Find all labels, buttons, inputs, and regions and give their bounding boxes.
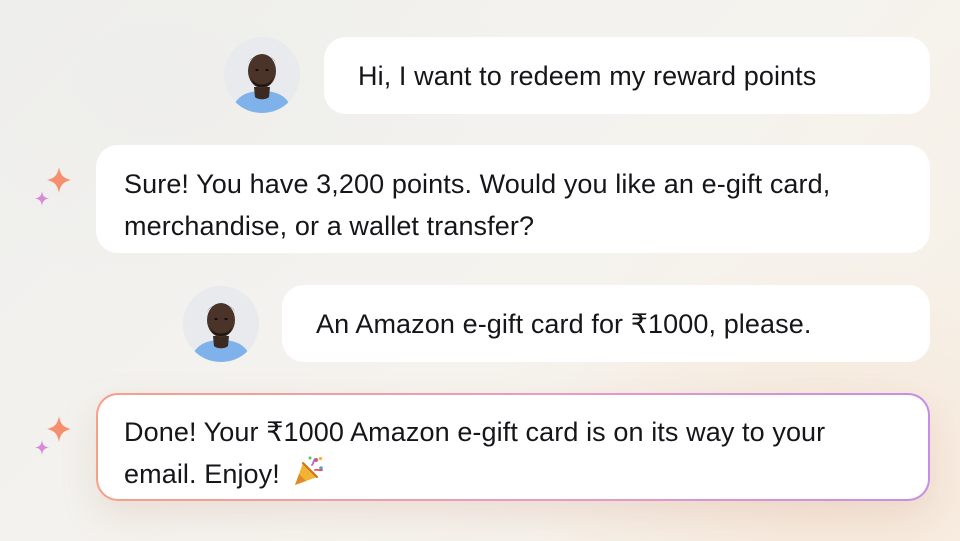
sparkle-icon bbox=[35, 167, 71, 206]
sparkle-icon bbox=[35, 416, 71, 455]
user-message-bubble: Hi, I want to redeem my reward points bbox=[324, 37, 930, 114]
assistant-message-bubble: Sure! You have 3,200 points. Would you l… bbox=[96, 145, 930, 253]
user-avatar bbox=[183, 286, 259, 362]
message-text: Sure! You have 3,200 points. Would you l… bbox=[124, 169, 831, 241]
message-text: Hi, I want to redeem my reward points bbox=[358, 60, 817, 91]
person-icon bbox=[224, 37, 300, 113]
user-avatar bbox=[224, 37, 300, 113]
person-icon bbox=[183, 286, 259, 362]
message-text: Done! Your ₹1000 Amazon e-gift card is o… bbox=[124, 417, 826, 489]
user-message-bubble: An Amazon e-gift card for ₹1000, please. bbox=[282, 285, 930, 362]
party-popper-icon bbox=[295, 456, 324, 485]
chat-conversation: Hi, I want to redeem my reward points Su… bbox=[0, 0, 960, 541]
message-text: An Amazon e-gift card for ₹1000, please. bbox=[316, 308, 812, 339]
assistant-message-bubble-highlighted: Done! Your ₹1000 Amazon e-gift card is o… bbox=[96, 393, 930, 501]
